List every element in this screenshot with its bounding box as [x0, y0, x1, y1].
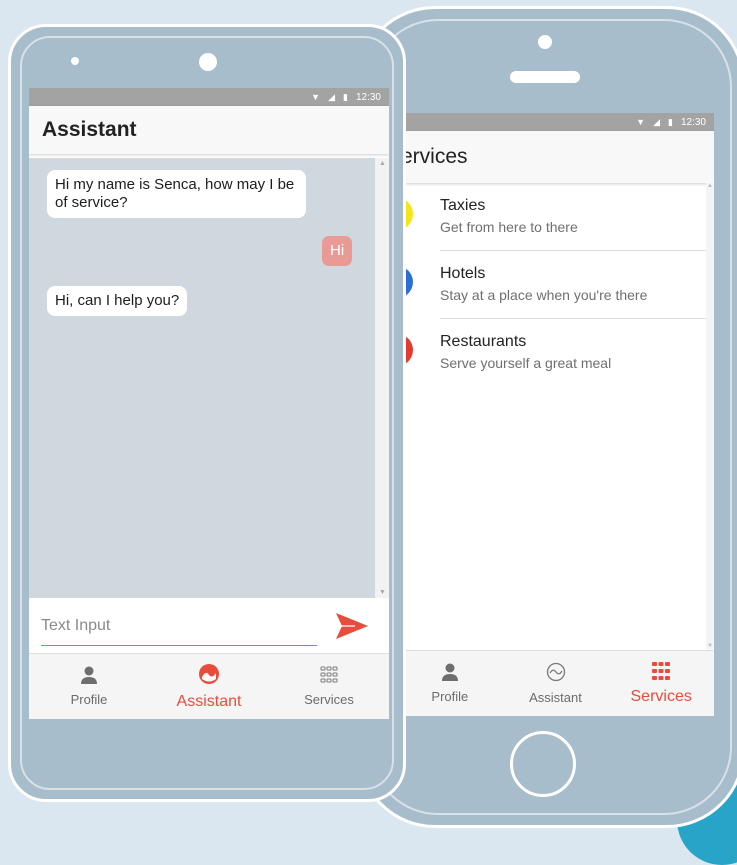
- app-bar: ervices: [397, 131, 714, 183]
- text-input[interactable]: [41, 606, 317, 646]
- scroll-down-icon[interactable]: ▼: [707, 643, 713, 649]
- send-arrow-icon: [336, 613, 368, 639]
- assistant-icon: [546, 662, 565, 682]
- service-item-taxies[interactable]: Taxies Get from here to there: [397, 183, 706, 251]
- user-message-bubble: Hi: [322, 236, 353, 266]
- grid-icon: [652, 661, 671, 680]
- service-item-restaurants[interactable]: Restaurants Serve yourself a great meal: [397, 319, 706, 387]
- nav-profile[interactable]: Profile: [29, 654, 149, 719]
- service-title: Taxies: [440, 197, 486, 214]
- message-composer: [29, 598, 389, 653]
- battery-icon: ▮: [668, 116, 673, 127]
- person-icon: [441, 663, 458, 681]
- page-title: ervices: [401, 145, 468, 168]
- earpiece-speaker: [510, 71, 580, 83]
- nav-assistant[interactable]: Assistant: [149, 654, 269, 719]
- signal-icon: ◢: [328, 91, 336, 102]
- scroll-down-icon[interactable]: ▼: [379, 589, 386, 596]
- chat-area: Hi my name is Senca, how may I be of ser…: [29, 158, 375, 598]
- front-camera: [538, 35, 552, 49]
- nav-services[interactable]: Services: [269, 654, 389, 719]
- battery-icon: ▮: [343, 91, 348, 102]
- app-bar: Assistant: [29, 106, 389, 154]
- scroll-up-icon[interactable]: ▲: [707, 183, 713, 189]
- service-subtitle: Get from here to there: [440, 219, 578, 235]
- sensor-dot: [71, 57, 79, 65]
- person-icon: [81, 666, 97, 684]
- home-button[interactable]: [510, 731, 576, 797]
- bottom-navigation: Profile Assistant Services: [397, 650, 714, 716]
- page-title: Assistant: [42, 118, 137, 141]
- nav-label: Assistant: [176, 692, 242, 710]
- service-title: Restaurants: [440, 333, 527, 350]
- front-camera: [199, 53, 217, 71]
- assistant-screen: ▼ ◢ ▮ 12:30 Assistant Hi my name is Senc…: [29, 88, 389, 719]
- service-item-hotels[interactable]: Hotels Stay at a place when you're there: [397, 251, 706, 319]
- service-subtitle: Serve yourself a great meal: [440, 355, 612, 371]
- nav-label: Profile: [431, 689, 469, 704]
- nav-services[interactable]: Services: [608, 651, 714, 716]
- services-list: Taxies Get from here to there Hotels Sta…: [397, 183, 706, 387]
- service-subtitle: Stay at a place when you're there: [440, 287, 648, 303]
- bot-message-bubble: Hi, can I help you?: [47, 286, 188, 316]
- scrollbar[interactable]: ▲ ▼: [375, 158, 389, 598]
- signal-icon: ◢: [653, 116, 661, 127]
- status-time: 12:30: [355, 91, 381, 103]
- nav-profile[interactable]: Profile: [397, 651, 503, 716]
- service-title: Hotels: [440, 265, 486, 282]
- scrollbar[interactable]: ▲ ▼: [706, 183, 714, 649]
- wifi-icon: ▼: [311, 91, 321, 102]
- nav-assistant[interactable]: Assistant: [503, 651, 609, 716]
- wifi-icon: ▼: [636, 116, 646, 127]
- nav-label: Services: [630, 687, 692, 705]
- send-button[interactable]: [335, 612, 371, 642]
- bot-message-bubble: Hi my name is Senca, how may I be of ser…: [47, 170, 306, 218]
- scroll-up-icon[interactable]: ▲: [379, 160, 386, 167]
- status-time: 12:30: [680, 116, 706, 128]
- nav-label: Assistant: [529, 690, 582, 705]
- status-bar: ▼ ◢ ▮ 12:30: [397, 113, 714, 131]
- services-screen: ▼ ◢ ▮ 12:30 ervices Taxies Get from here…: [397, 113, 714, 716]
- bottom-navigation: Profile Assistant Services: [29, 653, 389, 719]
- assistant-icon: [199, 663, 219, 684]
- grid-icon: [320, 666, 338, 683]
- nav-label: Profile: [70, 692, 108, 707]
- nav-label: Services: [304, 692, 354, 707]
- status-bar: ▼ ◢ ▮ 12:30: [29, 88, 389, 106]
